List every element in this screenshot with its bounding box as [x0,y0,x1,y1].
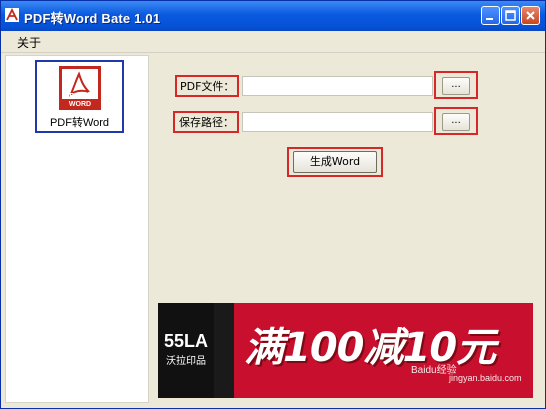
menu-bar: 关于 [1,31,545,53]
banner-logo: 55LA [163,331,208,351]
pdf-app-icon [5,8,19,22]
pdf-browse-button[interactable]: ... [442,77,470,95]
banner-subtitle: 沃拉印品 [166,356,206,367]
banner-divider [214,303,234,398]
menu-about[interactable]: 关于 [17,34,41,51]
tool-item-label: PDF转Word [49,117,110,129]
pdf-file-input[interactable] [242,76,433,96]
close-button[interactable] [521,6,540,25]
maximize-button[interactable] [501,6,520,25]
minimize-button[interactable] [481,6,500,25]
banner-promo-text: 满100减10元 [244,325,496,371]
watermark-url: jingyan.baidu.com [449,373,522,383]
window-title: PDF转Word Bate 1.01 [24,11,161,26]
banner-logo-block: 55LA 沃拉印品 [158,303,214,398]
title-bar[interactable]: PDF转Word Bate 1.01 [1,1,545,31]
ad-banner[interactable]: 55LA 沃拉印品 满100减10元 [158,303,533,398]
pdf-file-label: PDF文件： [180,80,235,93]
pdf-icon: PDF转WORD [59,66,101,110]
save-path-label: 保存路径： [179,116,234,129]
tool-item-pdf-to-word[interactable]: PDF转WORD PDF转Word [35,60,124,133]
tool-list-panel: PDF转WORD PDF转Word [5,55,149,403]
pdf-icon-label: PDF转WORD [68,93,92,108]
save-browse-button[interactable]: ... [442,113,470,131]
save-path-input[interactable] [242,112,433,132]
generate-word-button[interactable]: 生成Word [293,151,377,173]
app-window: PDF转Word Bate 1.01 关于 PDF转WORD PDF转Word … [0,0,546,409]
